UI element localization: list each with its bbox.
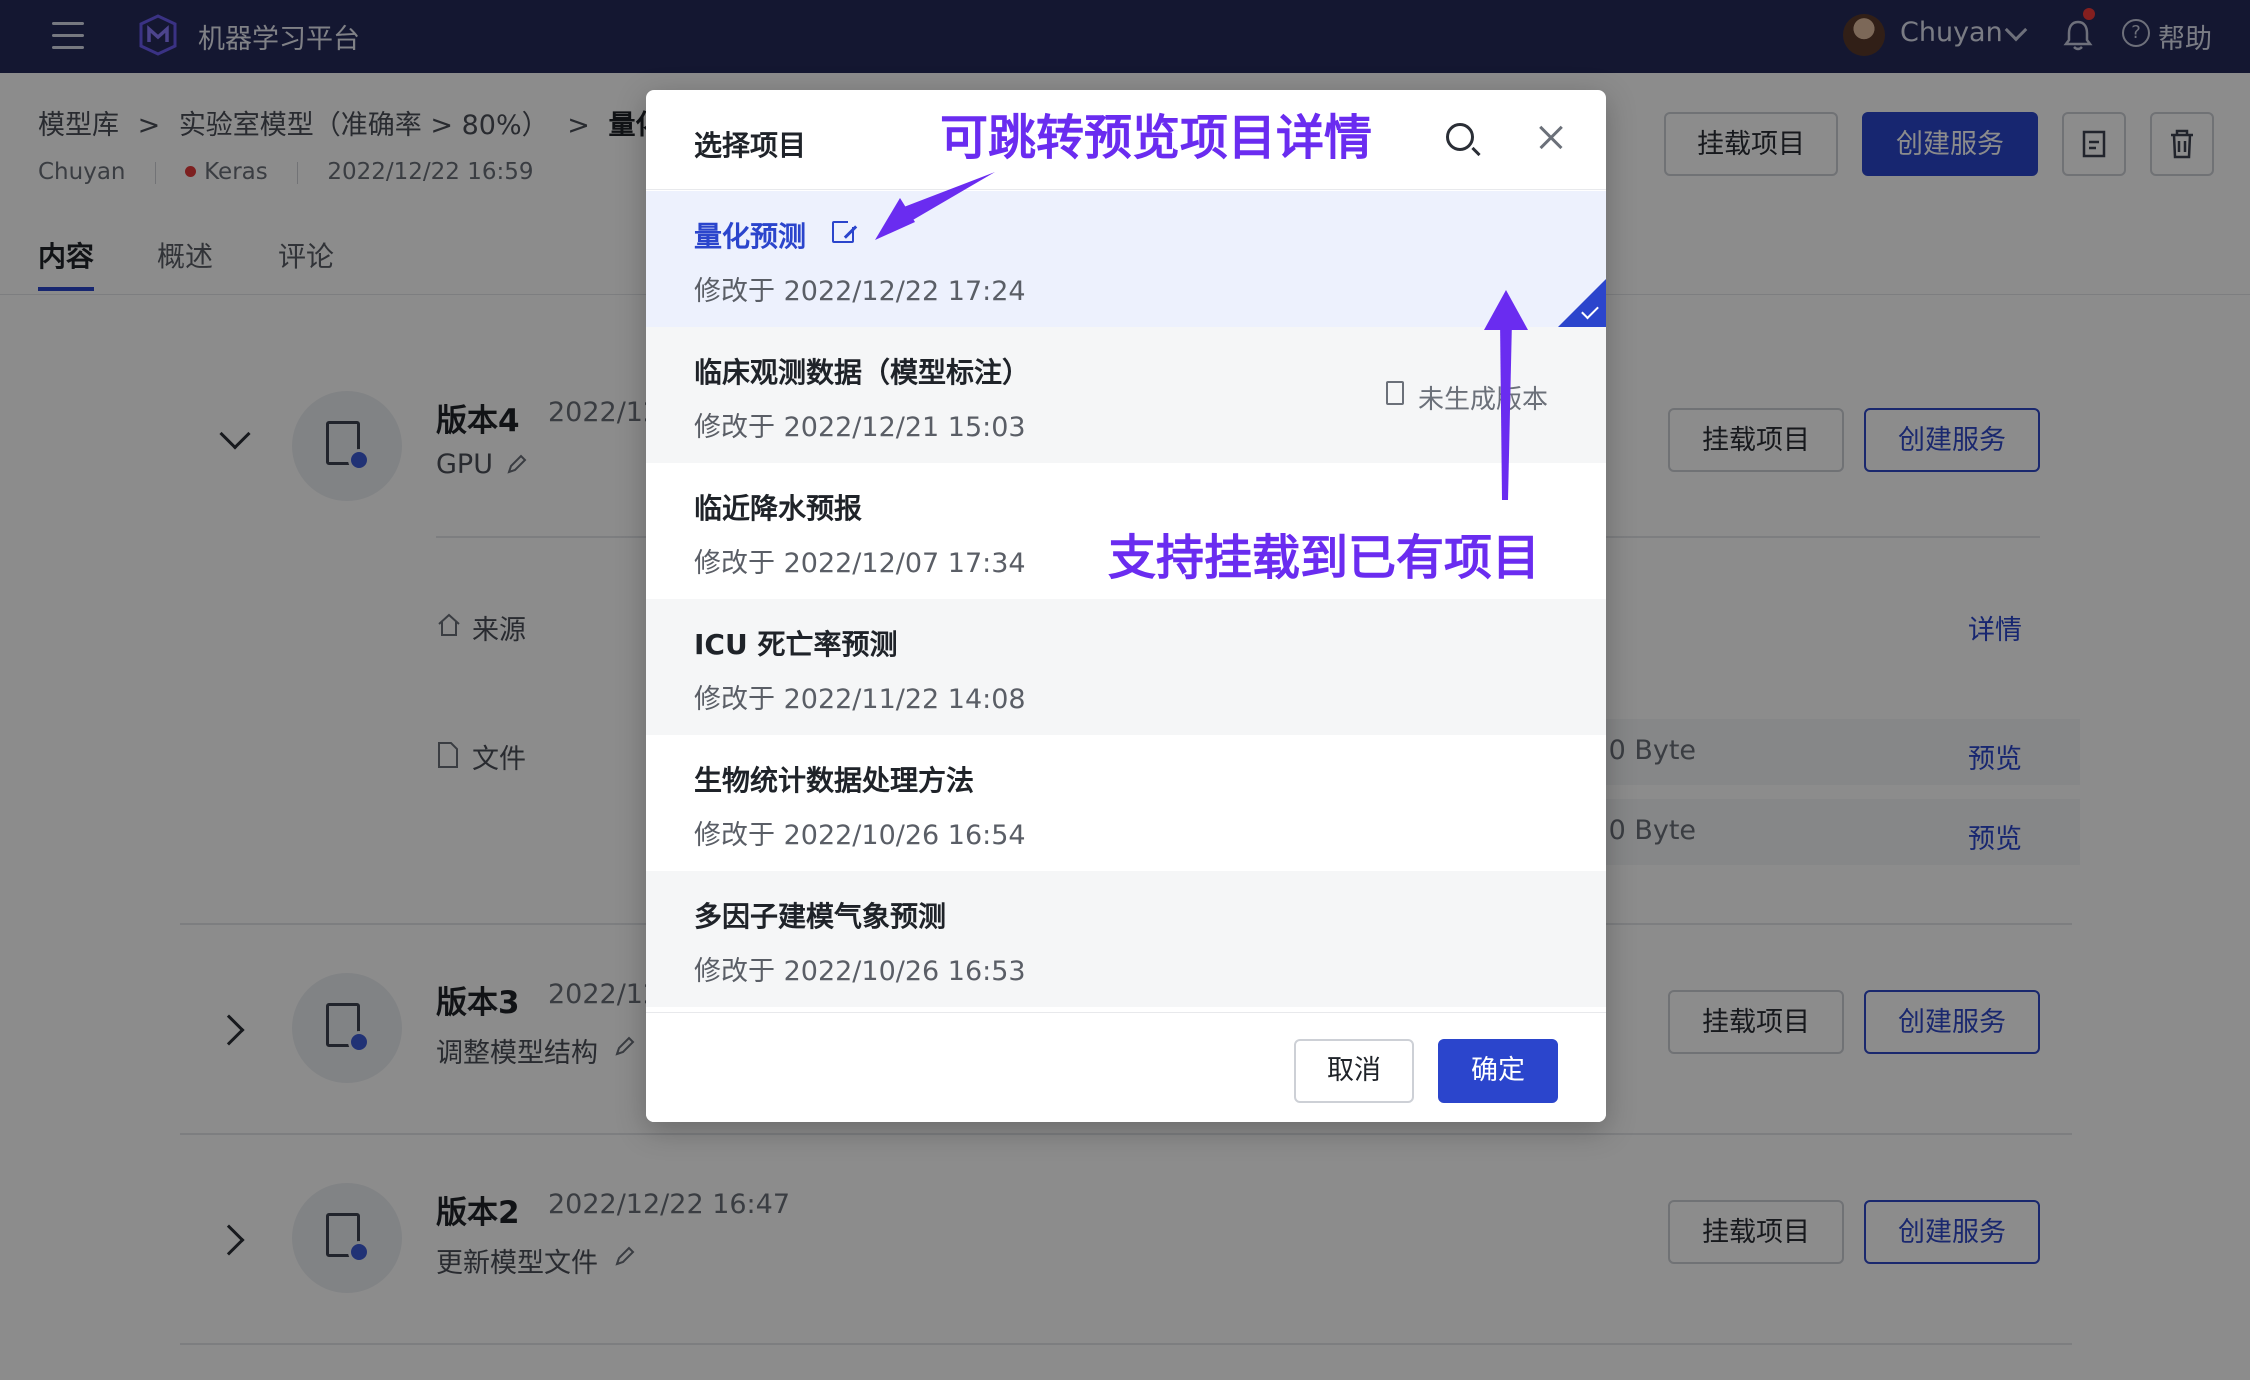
close-icon[interactable]: [1536, 123, 1566, 153]
annotation-mount-existing: 支持挂载到已有项目: [1108, 530, 1541, 586]
project-modified-time: 修改于 2022/10/26 16:54: [694, 820, 1026, 851]
project-name[interactable]: 量化预测: [694, 215, 806, 255]
project-version-status: 未生成版本: [1418, 385, 1549, 415]
project-name: 临床观测数据（模型标注）: [694, 356, 1031, 389]
project-name: 临近降水预报: [694, 492, 863, 525]
external-link-icon[interactable]: [832, 217, 858, 243]
confirm-button[interactable]: 确定: [1438, 1039, 1558, 1103]
project-list-item[interactable]: 生物统计数据处理方法 修改于 2022/10/26 16:54: [646, 735, 1606, 871]
project-name: 生物统计数据处理方法: [694, 764, 975, 797]
project-list-item[interactable]: 临床观测数据（模型标注） 修改于 2022/12/21 15:03 未生成版本: [646, 327, 1606, 463]
project-list-item[interactable]: 量化预测 修改于 2022/12/22 17:24: [646, 191, 1606, 327]
project-list-item[interactable]: 多因子建模气象预测 修改于 2022/10/26 16:53: [646, 871, 1606, 1007]
dialog-footer: 取消 确定: [646, 1012, 1606, 1122]
project-name: 多因子建模气象预测: [694, 900, 947, 933]
annotation-preview-details: 可跳转预览项目详情: [940, 110, 1373, 166]
dialog-title: 选择项目: [694, 129, 807, 162]
project-name: ICU 死亡率预测: [694, 628, 898, 661]
project-modified-time: 修改于 2022/11/22 14:08: [694, 684, 1026, 715]
project-modified-time: 修改于 2022/12/21 15:03: [694, 412, 1026, 443]
selected-check-badge: [1558, 279, 1606, 327]
project-modified-time: 修改于 2022/12/07 17:34: [694, 548, 1026, 579]
project-modified-time: 修改于 2022/12/22 17:24: [694, 276, 1026, 307]
search-icon[interactable]: [1446, 123, 1474, 151]
project-modified-time: 修改于 2022/10/26 16:53: [694, 956, 1026, 987]
file-version-icon: [1386, 381, 1404, 405]
project-list-item[interactable]: ICU 死亡率预测 修改于 2022/11/22 14:08: [646, 599, 1606, 735]
select-project-dialog: 选择项目 量化预测 修改于 2022/12/22 17:24 临床观测数据（模型…: [646, 90, 1606, 1122]
cancel-button[interactable]: 取消: [1294, 1039, 1414, 1103]
